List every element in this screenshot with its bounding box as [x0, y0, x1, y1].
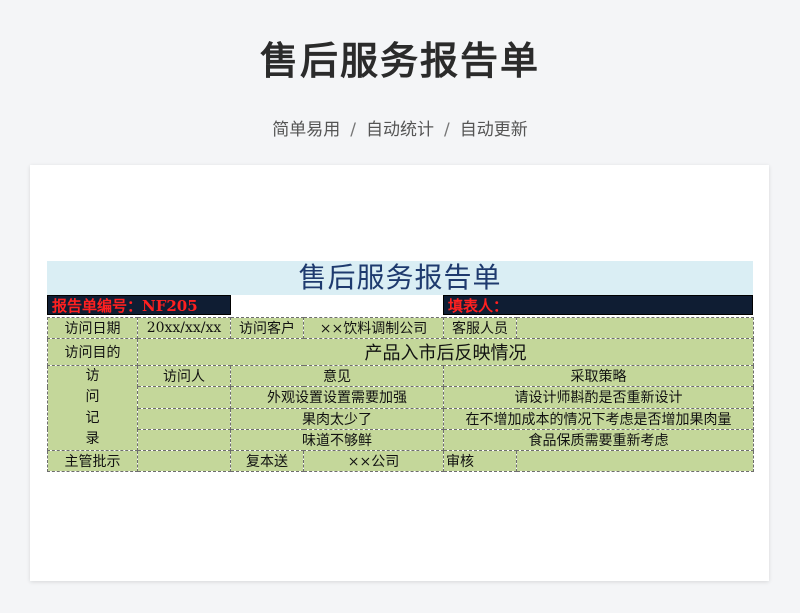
visitor-header: 访问人	[137, 364, 231, 388]
record-label-char: 问	[85, 389, 100, 405]
visit-goal-label: 访问目的	[47, 338, 138, 366]
report-number-cell[interactable]: 报告单编号：NF205	[47, 295, 231, 315]
subtitle: 简单易用 / 自动统计 / 自动更新	[0, 115, 800, 140]
copy-label: 复本送	[230, 450, 304, 472]
visitor-cell[interactable]	[137, 407, 231, 430]
table-row: 访问目的 产品入市后反映情况	[47, 338, 754, 366]
subtitle-auto-update: 自动更新	[459, 120, 528, 140]
visit-date-label: 访问日期	[47, 317, 138, 339]
table-row: 主管批示 复本送 ××公司 审核	[47, 450, 754, 472]
visit-goal-value[interactable]: 产品入市后反映情况	[137, 338, 754, 366]
opinion-header: 意见	[230, 364, 444, 388]
visitor-cell[interactable]	[137, 386, 231, 409]
record-label-char: 访	[85, 368, 100, 384]
sheet-title[interactable]: 售后服务报告单	[47, 261, 753, 295]
spreadsheet: 售后服务报告单 报告单编号：NF205 填表人： 访问日期 20xx/xx/xx…	[47, 261, 754, 472]
record-label-char: 记	[85, 410, 100, 426]
table-row: 外观设置设置需要加强 请设计师斟酌是否重新设计	[48, 386, 754, 409]
subtitle-auto-stats: 自动统计	[366, 120, 434, 140]
opinion-cell[interactable]: 外观设置设置需要加强	[230, 386, 444, 409]
strategy-cell[interactable]: 请设计师斟酌是否重新设计	[443, 386, 754, 409]
strategy-cell[interactable]: 食品保质需要重新考虑	[443, 428, 754, 452]
review-value[interactable]	[516, 450, 754, 472]
visit-customer-label: 访问客户	[230, 317, 304, 339]
table-row: 访 问 记 录 访问人 意见 采取策略	[47, 364, 754, 451]
copy-value[interactable]: ××公司	[303, 450, 444, 472]
table-row: 味道不够鲜 食品保质需要重新考虑	[48, 428, 754, 452]
report-table: 访问日期 20xx/xx/xx 访问客户 ××饮料调制公司 客服人员 访问目的 …	[47, 317, 754, 472]
service-person-value[interactable]	[516, 317, 754, 339]
opinion-cell[interactable]: 果肉太少了	[230, 407, 444, 430]
record-label-char: 录	[85, 431, 100, 447]
table-row: 果肉太少了 在不增加成本的情况下考虑是否增加果肉量	[48, 407, 754, 430]
page-title: 售后服务报告单	[259, 39, 540, 83]
table-row: 访问日期 20xx/xx/xx 访问客户 ××饮料调制公司 客服人员	[47, 317, 754, 339]
header-info-row: 报告单编号：NF205 填表人：	[47, 295, 753, 317]
opinion-cell[interactable]: 味道不够鲜	[230, 428, 444, 452]
approval-value[interactable]	[137, 450, 231, 472]
approval-label: 主管批示	[47, 450, 138, 472]
filler-cell[interactable]: 填表人：	[443, 295, 753, 315]
visitor-cell[interactable]	[137, 428, 231, 452]
strategy-cell[interactable]: 在不增加成本的情况下考虑是否增加果肉量	[443, 407, 754, 430]
review-label: 审核	[443, 450, 517, 472]
service-person-label: 客服人员	[443, 317, 517, 339]
subtitle-separator: /	[350, 120, 356, 140]
visit-customer-value[interactable]: ××饮料调制公司	[303, 317, 444, 339]
strategy-header: 采取策略	[443, 364, 754, 388]
subtitle-easy: 简单易用	[272, 120, 341, 140]
visit-date-value[interactable]: 20xx/xx/xx	[137, 317, 231, 339]
visit-record-label: 访 问 记 录	[47, 365, 138, 451]
subtitle-separator: /	[444, 120, 450, 140]
